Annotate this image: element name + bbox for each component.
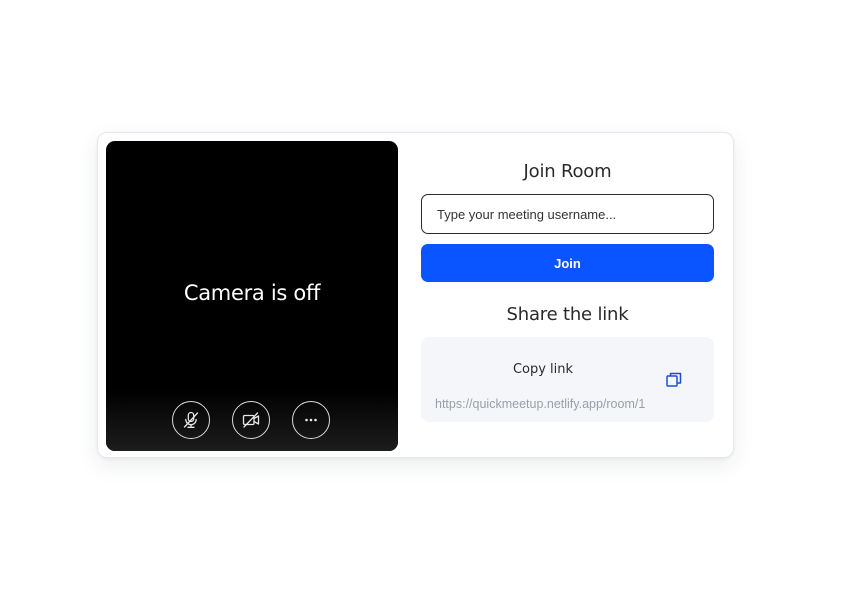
camera-off-icon — [241, 410, 261, 430]
join-room-heading: Join Room — [523, 161, 612, 182]
more-options-icon — [301, 410, 321, 430]
toggle-mic-button[interactable] — [172, 401, 210, 439]
copy-icon[interactable] — [665, 371, 683, 389]
camera-status-text: Camera is off — [183, 281, 321, 305]
join-room-card: Camera is off Join Room Type your meetin… — [97, 132, 734, 458]
join-panel: Join Room Join Share the link Copy link … — [421, 133, 714, 457]
copy-link-label: Copy link — [512, 362, 574, 377]
mic-muted-icon — [181, 410, 201, 430]
username-input[interactable] — [421, 194, 714, 234]
share-link-heading: Share the link — [506, 304, 629, 325]
join-button[interactable]: Join — [421, 244, 714, 282]
room-url-text: https://quickmeetup.netlify.app/room/1 — [435, 397, 646, 411]
share-link-box: Copy link https://quickmeetup.netlify.ap… — [421, 337, 714, 422]
more-options-button[interactable] — [292, 401, 330, 439]
camera-preview: Camera is off — [106, 141, 398, 451]
toggle-camera-button[interactable] — [232, 401, 270, 439]
